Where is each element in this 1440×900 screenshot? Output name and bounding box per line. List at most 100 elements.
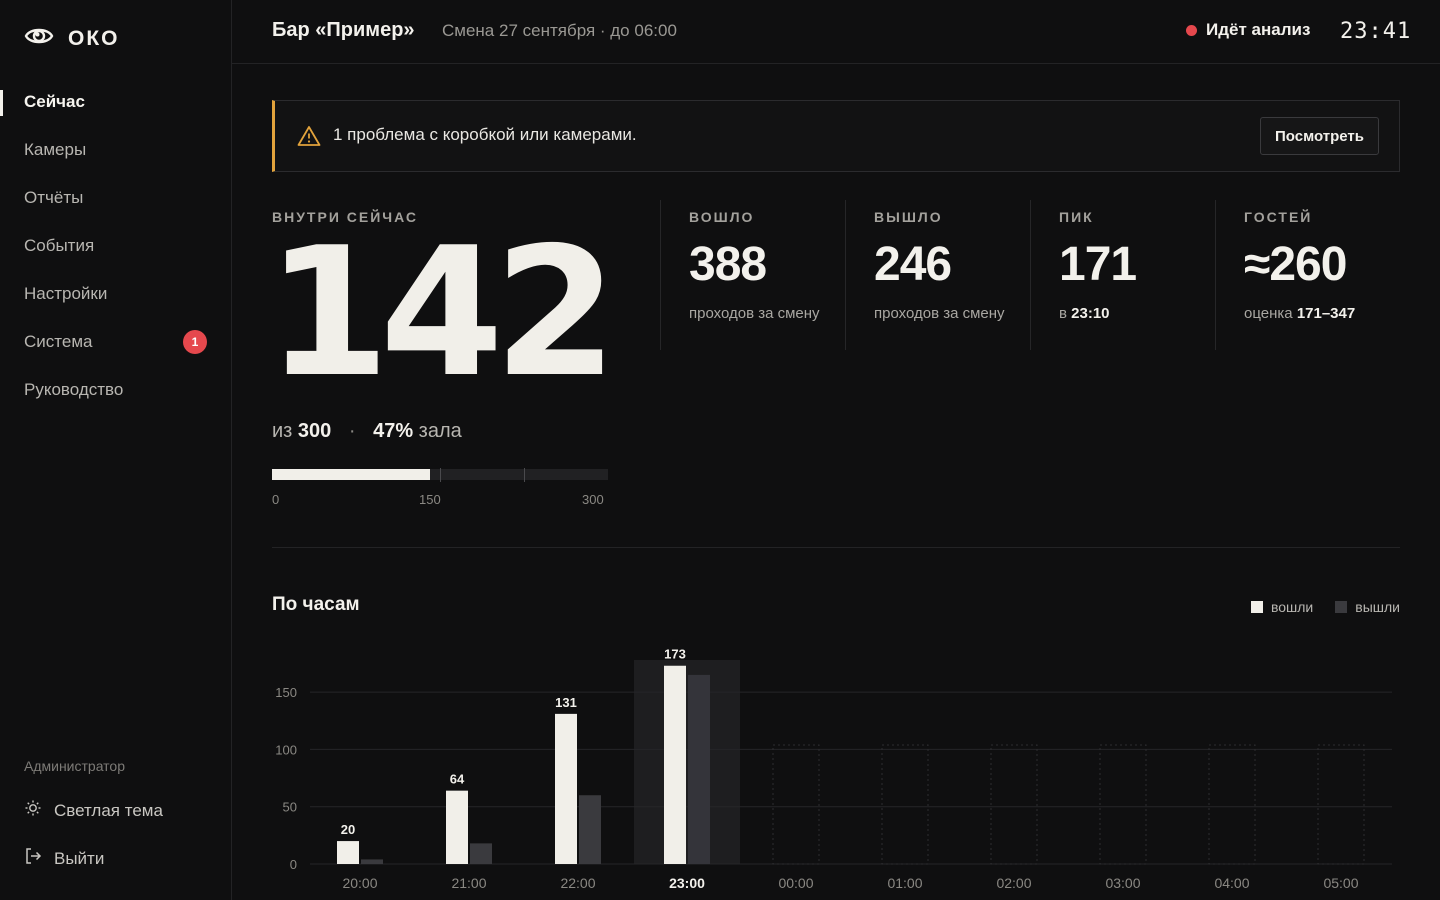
data-label: 20 (341, 822, 355, 837)
sidebar-nav: Сейчас Камеры Отчёты События Настройки С… (0, 78, 231, 414)
sidebar-item-now[interactable]: Сейчас (0, 78, 231, 126)
stat-sub-prefix: в (1059, 305, 1067, 322)
alert-message: 1 проблема с коробкой или камерами. (333, 125, 637, 144)
status-label: Идёт анализ (1206, 20, 1311, 39)
x-tick-label: 04:00 (1214, 875, 1249, 891)
stat-label: ГОСТЕЙ (1244, 209, 1313, 225)
clock: 23:41 (1340, 19, 1412, 44)
theme-toggle-label: Светлая тема (54, 800, 163, 820)
capacity-percent-suffix: зала (418, 420, 462, 442)
capacity-bar-fill (272, 469, 430, 480)
sun-icon (24, 799, 42, 822)
future-hour-placeholder (1099, 744, 1147, 865)
capacity-line: из 300 · 47% зала (272, 420, 462, 443)
legend-label: вошли (1270, 599, 1314, 615)
user-role: Администратор (24, 758, 126, 774)
logo[interactable]: ОКО (24, 24, 120, 53)
stat-sub: проходов за смену (689, 305, 820, 322)
bar-entered (664, 665, 686, 864)
sidebar-item-label: Камеры (24, 140, 87, 159)
x-tick-label: 03:00 (1105, 875, 1140, 891)
theme-toggle[interactable]: Светлая тема (24, 799, 163, 822)
chart-legend: вошли вышли (1250, 599, 1400, 615)
bar-entered (555, 713, 577, 864)
scale-label: 0 (272, 492, 280, 507)
occupancy-value: 142 (266, 209, 618, 416)
data-label: 173 (664, 647, 686, 662)
stat-exited: ВЫШЛО 246 проходов за смену (845, 200, 1030, 350)
stat-value: 388 (689, 238, 767, 291)
sidebar-item-cameras[interactable]: Камеры (0, 126, 231, 174)
bar-exited (579, 795, 601, 864)
sidebar-item-label: Система (24, 332, 93, 351)
future-hour-placeholder (881, 744, 929, 865)
scale-label: 300 (582, 492, 604, 507)
future-hour-placeholder (1317, 744, 1365, 865)
sidebar-item-events[interactable]: События (0, 222, 231, 270)
warning-icon (297, 125, 321, 152)
scale-label: 150 (419, 492, 441, 507)
capacity-value: 300 (297, 420, 332, 442)
future-hour-placeholder (1208, 744, 1256, 865)
x-tick-label: 22:00 (560, 875, 595, 891)
x-tick-label: 05:00 (1323, 875, 1358, 891)
capacity-bar-tick (440, 468, 441, 482)
capacity-bar-tick (524, 468, 525, 482)
future-hour-placeholder (990, 744, 1038, 865)
hourly-chart: 0 50 100 150 20 20:00 64 21:00 131 22:00 173 23:00 0… (275, 647, 1392, 891)
sidebar-item-label: Отчёты (24, 188, 84, 207)
bar-entered (337, 841, 359, 864)
chart-title: По часам (272, 594, 360, 615)
legend-exited: вышли (1335, 599, 1400, 615)
x-tick-label: 01:00 (887, 875, 922, 891)
x-tick-label: 02:00 (996, 875, 1031, 891)
separator: · (348, 420, 356, 442)
sidebar-item-reports[interactable]: Отчёты (0, 174, 231, 222)
capacity-percent: 47% (373, 420, 414, 442)
y-tick-label: 50 (283, 800, 297, 815)
data-label: 64 (450, 772, 465, 787)
view-problem-button[interactable]: Посмотреть (1260, 117, 1379, 155)
legend-swatch (1335, 601, 1348, 613)
app-name: ОКО (68, 26, 120, 50)
eye-icon (24, 24, 54, 53)
sidebar-item-system[interactable]: Система 1 (0, 318, 231, 366)
y-tick-label: 100 (275, 742, 297, 757)
sidebar-item-label: События (24, 236, 95, 255)
future-hour-placeholder (772, 744, 820, 865)
stat-peak: ПИК 171 в 23:10 (1030, 200, 1215, 350)
analysis-status: Идёт анализ (1186, 20, 1310, 40)
logout-button[interactable]: Выйти (24, 847, 104, 870)
logout-icon (24, 847, 42, 870)
stat-sub-value: 171–347 (1296, 305, 1356, 322)
legend-label: вышли (1355, 599, 1400, 615)
legend-swatch (1250, 601, 1263, 613)
sidebar-item-label: Сейчас (24, 92, 85, 111)
stat-guests: ГОСТЕЙ ≈260 оценка 171–347 (1215, 200, 1400, 350)
stat-value: ≈260 (1244, 238, 1347, 291)
venue-name: Бар «Пример» (272, 19, 415, 41)
x-tick-label: 20:00 (342, 875, 377, 891)
status-dot-icon (1186, 24, 1197, 36)
bar-exited (361, 859, 383, 864)
bar-exited (688, 674, 710, 864)
stat-sub: проходов за смену (874, 305, 1005, 322)
bar-entered (446, 790, 468, 864)
sidebar-item-guide[interactable]: Руководство (0, 366, 231, 414)
sidebar: ОКО Сейчас Камеры Отчёты События Настрой… (0, 0, 232, 900)
stat-entered: ВОШЛО 388 проходов за смену (660, 200, 845, 350)
legend-entered: вошли (1250, 599, 1314, 615)
bar-exited (470, 843, 492, 864)
sidebar-item-settings[interactable]: Настройки (0, 270, 231, 318)
x-tick-label: 00:00 (778, 875, 813, 891)
data-label: 131 (555, 695, 577, 710)
section-divider (272, 547, 1400, 548)
problem-alert: 1 проблема с коробкой или камерами. Посм… (272, 100, 1400, 172)
stat-sub-value: 23:10 (1071, 305, 1110, 322)
capacity-prefix: из (272, 420, 293, 442)
stat-sub-prefix: оценка (1244, 305, 1293, 322)
sidebar-item-label: Настройки (24, 284, 108, 303)
x-tick-label: 21:00 (451, 875, 486, 891)
stat-label: ВОШЛО (689, 209, 755, 225)
stat-sub: оценка 171–347 (1244, 303, 1400, 324)
